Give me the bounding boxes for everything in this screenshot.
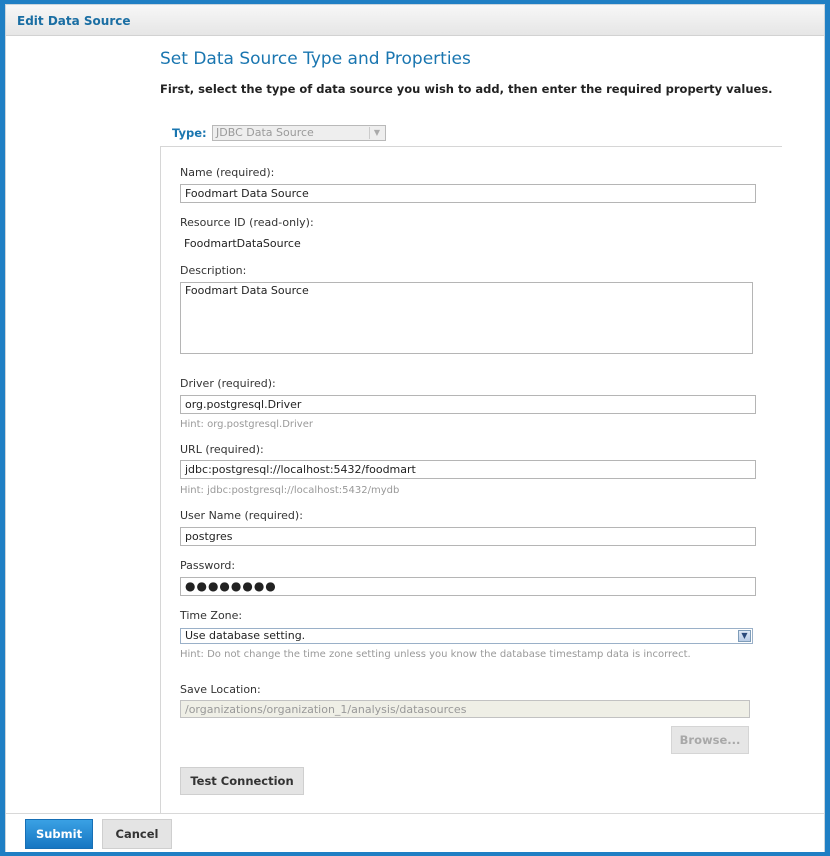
timezone-hint: Hint: Do not change the time zone settin… bbox=[180, 649, 691, 660]
type-select[interactable]: JDBC Data Source ▼ bbox=[212, 125, 386, 141]
cancel-button[interactable]: Cancel bbox=[102, 819, 172, 849]
edit-data-source-dialog: Edit Data Source Set Data Source Type an… bbox=[5, 4, 825, 852]
type-label: Type: bbox=[172, 126, 207, 140]
dialog-title: Edit Data Source bbox=[17, 14, 131, 28]
url-field[interactable]: jdbc:postgresql://localhost:5432/foodmar… bbox=[180, 460, 756, 479]
password-label: Password: bbox=[180, 559, 236, 572]
test-connection-button[interactable]: Test Connection bbox=[180, 767, 304, 795]
username-label: User Name (required): bbox=[180, 509, 303, 522]
url-hint: Hint: jdbc:postgresql://localhost:5432/m… bbox=[180, 485, 400, 496]
driver-label: Driver (required): bbox=[180, 377, 276, 390]
name-label: Name (required): bbox=[180, 166, 275, 179]
chevron-down-icon: ▼ bbox=[369, 127, 384, 139]
save-location-field: /organizations/organization_1/analysis/d… bbox=[180, 700, 750, 718]
description-field[interactable]: Foodmart Data Source bbox=[180, 282, 753, 354]
timezone-label: Time Zone: bbox=[180, 609, 243, 622]
resource-id-label: Resource ID (read-only): bbox=[180, 216, 314, 229]
name-field[interactable]: Foodmart Data Source bbox=[180, 184, 756, 203]
driver-field[interactable]: org.postgresql.Driver bbox=[180, 395, 756, 414]
resource-id-value: FoodmartDataSource bbox=[184, 237, 301, 250]
save-location-label: Save Location: bbox=[180, 683, 261, 696]
browse-button: Browse... bbox=[671, 726, 749, 754]
page-heading: Set Data Source Type and Properties bbox=[160, 49, 471, 69]
description-label: Description: bbox=[180, 264, 247, 277]
submit-button[interactable]: Submit bbox=[25, 819, 93, 849]
dialog-titlebar: Edit Data Source bbox=[6, 5, 824, 36]
chevron-down-icon: ▼ bbox=[738, 630, 751, 642]
password-field[interactable]: ●●●●●●●● bbox=[180, 577, 756, 596]
page-instructions: First, select the type of data source yo… bbox=[160, 82, 773, 96]
form-left-divider bbox=[160, 146, 161, 814]
form-top-divider bbox=[160, 146, 782, 147]
timezone-select[interactable]: Use database setting. ▼ bbox=[180, 628, 753, 644]
username-field[interactable]: postgres bbox=[180, 527, 756, 546]
type-select-value: JDBC Data Source bbox=[216, 126, 314, 139]
driver-hint: Hint: org.postgresql.Driver bbox=[180, 419, 313, 430]
timezone-select-value: Use database setting. bbox=[185, 629, 306, 642]
url-label: URL (required): bbox=[180, 443, 264, 456]
